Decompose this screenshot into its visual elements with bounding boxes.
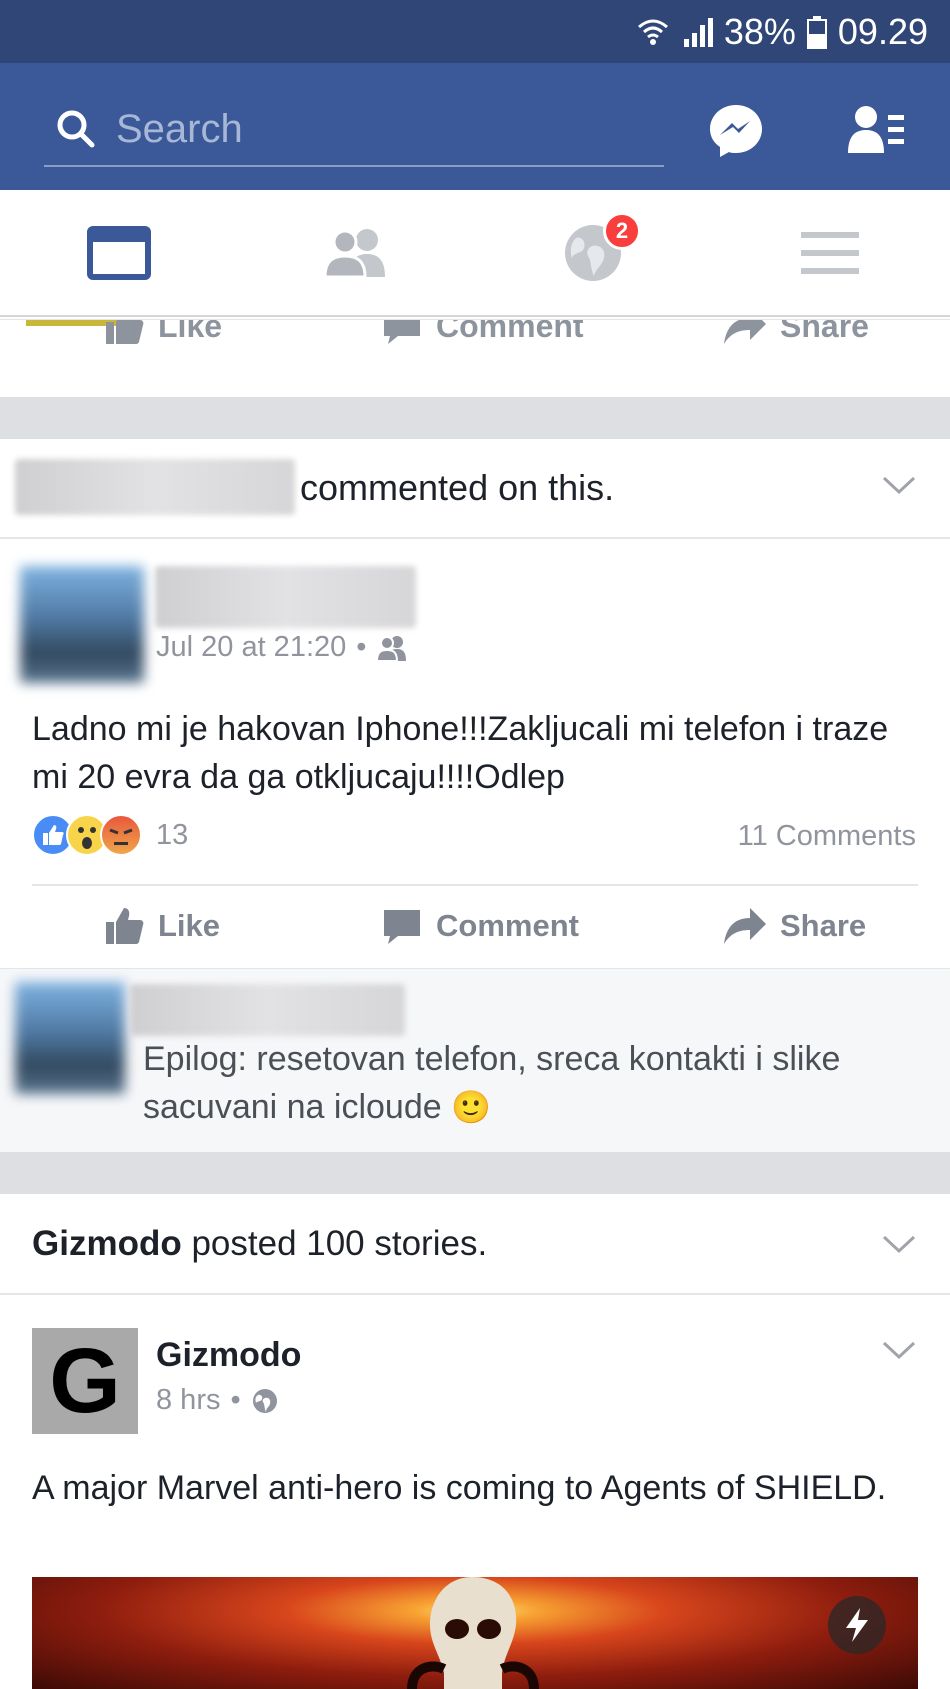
prev-comment-label: Comment — [436, 319, 584, 344]
tab-friends[interactable] — [237, 190, 474, 315]
post-timestamp[interactable]: Jul 20 at 21:20 — [156, 631, 346, 664]
story-header-suffix: posted 100 stories. — [181, 1224, 488, 1263]
lightning-icon — [846, 1608, 868, 1642]
comments-count-link[interactable]: 11 Comments — [738, 820, 916, 853]
chevron-down-icon[interactable] — [882, 1234, 916, 1254]
notification-badge: 2 — [603, 212, 641, 250]
like-icon — [106, 320, 144, 344]
search-icon — [57, 110, 95, 148]
prev-like-label: Like — [158, 319, 223, 344]
tab-news-feed[interactable] — [0, 190, 237, 315]
comment-preview[interactable]: Epilog: resetovan telefon, sreca kontakt… — [0, 968, 950, 1152]
wifi-icon — [636, 15, 670, 49]
blurred-author-name[interactable] — [155, 566, 416, 628]
prev-comment-button[interactable]: Comment — [382, 319, 584, 346]
instant-article-badge — [828, 1596, 886, 1654]
newsfeed-icon — [86, 225, 151, 280]
search-input[interactable] — [116, 106, 636, 152]
page-name-link[interactable]: Gizmodo — [32, 1224, 182, 1263]
meta-separator: • — [356, 631, 367, 663]
chevron-down-icon[interactable] — [882, 475, 916, 495]
commenter-avatar[interactable] — [15, 982, 125, 1094]
clock: 09.29 — [837, 10, 928, 52]
friends-privacy-icon — [376, 635, 407, 661]
post-timestamp[interactable]: 8 hrs — [156, 1384, 220, 1417]
share-icon — [724, 908, 766, 944]
comment-icon — [384, 320, 420, 344]
previous-post-actions: Like Comment Share — [0, 319, 950, 397]
smiley-emoji-icon: 🙂 — [451, 1088, 491, 1126]
like-button[interactable]: Like — [104, 885, 220, 967]
post-meta: Jul 20 at 21:20 • — [156, 631, 408, 664]
blurred-commenter-name[interactable] — [130, 984, 405, 1036]
friend-requests-icon[interactable] — [848, 103, 906, 157]
comment-text: Epilog: resetovan telefon, sreca kontakt… — [143, 1035, 933, 1131]
reaction-count: 13 — [156, 818, 189, 851]
globe-privacy-icon — [252, 1388, 277, 1413]
like-label: Like — [158, 908, 221, 943]
logo-letter: G — [49, 1330, 121, 1432]
meta-separator: • — [230, 1384, 241, 1416]
post-image[interactable] — [32, 1577, 918, 1689]
skull-figure-image — [407, 1577, 539, 1689]
feed-separator — [0, 397, 950, 439]
post-actions: Like Comment Share — [0, 885, 950, 967]
prev-like-button[interactable]: Like — [104, 319, 223, 346]
battery-icon — [806, 15, 828, 49]
page-avatar-logo[interactable]: G — [32, 1328, 138, 1434]
comment-button[interactable]: Comment — [382, 885, 579, 967]
post-text: Ladno mi je hakovan Iphone!!!Zakljucali … — [32, 710, 889, 796]
feed-story-commented: commented on this. Jul 20 at 21:20 • Lad… — [0, 439, 950, 1152]
post-options-chevron-icon[interactable] — [882, 1340, 916, 1360]
hamburger-icon — [800, 231, 859, 274]
like-icon — [106, 908, 144, 944]
comment-body: Epilog: resetovan telefon, sreca kontakt… — [143, 1040, 841, 1126]
angry-reaction-icon — [100, 814, 142, 856]
signal-icon — [680, 15, 714, 49]
battery-percent: 38% — [723, 10, 796, 52]
post-text: A major Marvel anti-hero is coming to Ag… — [32, 1469, 887, 1507]
search-bar[interactable] — [44, 93, 664, 167]
tab-menu[interactable] — [711, 190, 948, 315]
prev-share-label: Share — [780, 319, 869, 344]
messenger-icon[interactable] — [706, 101, 766, 161]
comment-label: Comment — [436, 908, 579, 943]
story-header-text: commented on this. — [300, 467, 615, 508]
tab-notifications[interactable] — [474, 190, 711, 315]
feed-separator — [0, 1152, 950, 1194]
friends-icon — [322, 228, 385, 278]
status-bar: 38% 09.29 — [0, 0, 950, 63]
avatar[interactable] — [20, 566, 144, 683]
prev-share-button[interactable]: Share — [724, 319, 869, 346]
story-header: Gizmodo posted 100 stories. — [32, 1224, 487, 1264]
post-author-name[interactable]: Gizmodo — [156, 1336, 301, 1375]
share-label: Share — [780, 908, 867, 943]
tab-bar — [0, 190, 950, 317]
divider — [0, 537, 950, 539]
share-button[interactable]: Share — [724, 885, 866, 967]
blurred-friend-name — [15, 459, 295, 515]
share-icon — [724, 320, 766, 344]
divider — [0, 1293, 950, 1295]
post-meta: 8 hrs • — [156, 1384, 279, 1417]
comment-icon — [384, 910, 420, 944]
app-header — [0, 63, 950, 190]
reactions-summary[interactable]: 13 — [32, 814, 188, 856]
